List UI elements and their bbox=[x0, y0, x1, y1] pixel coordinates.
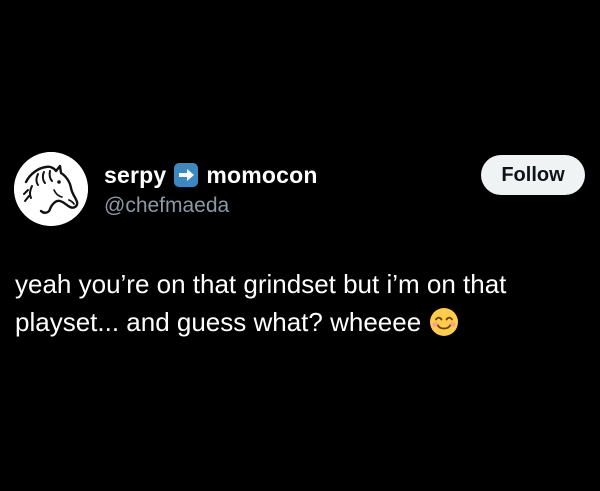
follow-button[interactable]: Follow bbox=[481, 155, 585, 195]
right-arrow-emoji-icon bbox=[173, 162, 199, 188]
display-name[interactable]: serpy momocon bbox=[104, 160, 318, 190]
avatar[interactable] bbox=[14, 152, 88, 226]
horse-drawing-avatar-icon bbox=[14, 152, 88, 226]
display-name-part1: serpy bbox=[104, 161, 167, 188]
post-text-line-2-content: playset... and guess what? wheeee bbox=[15, 307, 422, 337]
display-name-part2: momocon bbox=[206, 161, 318, 188]
smiling-face-emoji-icon bbox=[429, 307, 459, 337]
post-text: yeah you’re on that grindset but i’m on … bbox=[15, 265, 585, 341]
post-card: serpy momocon @chefmaeda Follow yeah you… bbox=[0, 0, 600, 491]
post-text-line-1: yeah you’re on that grindset but i’m on … bbox=[15, 269, 507, 299]
post-text-line-2: playset... and guess what? wheeee bbox=[15, 303, 585, 341]
user-handle[interactable]: @chefmaeda bbox=[104, 194, 229, 218]
